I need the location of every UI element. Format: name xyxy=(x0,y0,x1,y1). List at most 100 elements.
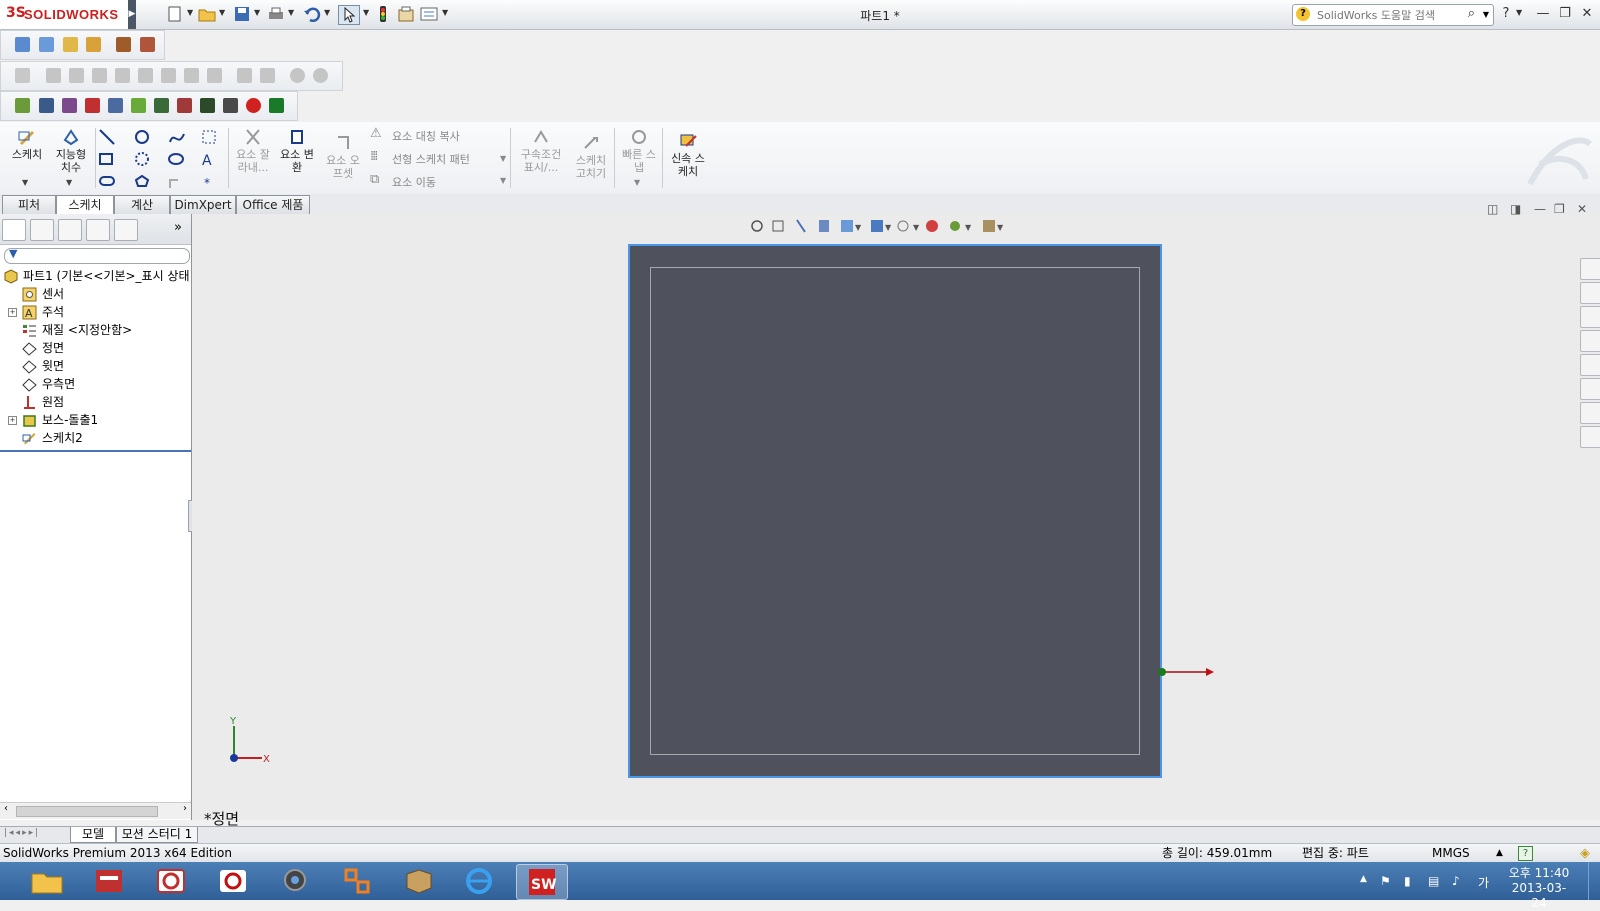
taskbar-office-icon[interactable] xyxy=(332,864,382,898)
taskbar-webcam-icon[interactable] xyxy=(270,864,320,898)
sketch-dropdown-icon[interactable]: ▼ xyxy=(22,178,28,187)
move-dropdown-icon[interactable]: ▼ xyxy=(500,176,506,185)
taskbar-ie-icon[interactable] xyxy=(454,864,504,898)
taskbar-app-2-icon[interactable] xyxy=(84,864,134,898)
dimxpert-manager-tab-icon[interactable] xyxy=(86,219,110,241)
file-properties-icon[interactable] xyxy=(396,5,416,23)
sketch-tool-icon-12[interactable] xyxy=(269,98,284,113)
scroll-right-icon[interactable]: › xyxy=(183,803,187,814)
close-icon[interactable]: ✕ xyxy=(1578,5,1596,23)
toolbar-icon-5[interactable] xyxy=(116,37,131,52)
tab-office-products[interactable]: Office 제품 xyxy=(236,195,310,214)
save-dropdown-icon[interactable]: ▼ xyxy=(254,8,260,17)
tree-item-annotations[interactable]: + A 주석 xyxy=(0,304,191,321)
tab-nav-arrows-icon[interactable]: |◂◂▸▸| xyxy=(4,828,40,838)
help-icon[interactable]: ? xyxy=(1497,5,1515,23)
viewport-split-icon[interactable]: ◨ xyxy=(1510,202,1521,216)
sketch-button[interactable]: 스케치 xyxy=(6,128,48,161)
minimize-icon[interactable]: — xyxy=(1534,5,1552,23)
toolbar-icon-2[interactable] xyxy=(39,37,54,52)
linear-pattern-button[interactable]: 선형 스케치 패턴 xyxy=(392,151,470,167)
sketch-tool-icon-6[interactable] xyxy=(131,98,146,113)
display-relations-button[interactable]: 구속조건 표시/... xyxy=(516,128,566,174)
trim-entities-button[interactable]: 요소 잘 라내... xyxy=(232,128,274,174)
view-palette-icon[interactable] xyxy=(1580,378,1600,400)
toolbar-icon-3[interactable] xyxy=(63,37,78,52)
tab-sketch[interactable]: 스케치 xyxy=(56,195,114,215)
tree-item-sketch2[interactable]: 스케치2 xyxy=(0,430,191,447)
repair-sketch-button[interactable]: 스케치 고치기 xyxy=(570,134,612,180)
tray-volume-icon[interactable]: ♪ xyxy=(1452,874,1460,888)
undo-dropdown-icon[interactable]: ▼ xyxy=(324,8,330,17)
snaps-dropdown-icon[interactable]: ▼ xyxy=(634,178,640,187)
toolbar-icon-4[interactable] xyxy=(86,37,101,52)
search-icon[interactable]: ⌕ xyxy=(1468,6,1475,21)
sketch-tool-icon-8[interactable] xyxy=(177,98,192,113)
options-dropdown-icon[interactable]: ▼ xyxy=(442,8,448,17)
feature-filter-input[interactable]: ▼ xyxy=(4,247,190,264)
tab-motion-study[interactable]: 모션 스터디 1 xyxy=(116,827,198,843)
select-cursor-icon[interactable] xyxy=(338,5,360,25)
rebuild-icon[interactable] xyxy=(373,5,393,23)
doc-restore-icon[interactable]: ❐ xyxy=(1554,202,1565,216)
file-explorer-icon[interactable] xyxy=(1580,330,1600,352)
save-icon[interactable] xyxy=(232,5,252,23)
tree-item-top-plane[interactable]: 윗면 xyxy=(0,358,191,375)
offset-entities-button[interactable]: 요소 오 프셋 xyxy=(322,134,364,180)
configuration-manager-tab-icon[interactable] xyxy=(58,219,82,241)
tag-icon[interactable]: ◈ xyxy=(1580,844,1590,863)
units-selector[interactable]: MMGS xyxy=(1432,844,1470,863)
scroll-left-icon[interactable]: ‹ xyxy=(4,803,8,814)
display-manager-tab-icon[interactable] xyxy=(114,219,138,241)
tab-model[interactable]: 모델 xyxy=(70,827,116,843)
help-status-icon[interactable]: ? xyxy=(1518,846,1533,861)
new-document-icon[interactable] xyxy=(165,5,185,23)
sketch-tool-icon-9[interactable] xyxy=(200,98,215,113)
print-icon[interactable] xyxy=(266,5,286,23)
doc-close-icon[interactable]: ✕ xyxy=(1577,202,1587,216)
home-icon[interactable] xyxy=(1580,306,1600,328)
taskbar-explorer-icon[interactable] xyxy=(22,864,72,898)
select-dropdown-icon[interactable]: ▼ xyxy=(363,8,369,17)
tray-flag-icon[interactable]: ⚑ xyxy=(1380,874,1391,888)
tray-show-hidden-icon[interactable]: ▲ xyxy=(1360,874,1367,884)
options-icon[interactable] xyxy=(419,5,439,23)
tree-item-right-plane[interactable]: 우측면 xyxy=(0,376,191,393)
sketch-tool-icon-7[interactable] xyxy=(154,98,169,113)
menu-expand-arrow[interactable]: ▶ xyxy=(128,0,136,29)
undo-icon[interactable] xyxy=(302,5,322,23)
property-manager-tab-icon[interactable] xyxy=(30,219,54,241)
show-desktop-button[interactable] xyxy=(1588,862,1600,900)
pattern-dropdown-icon[interactable]: ▼ xyxy=(500,154,506,163)
print-dropdown-icon[interactable]: ▼ xyxy=(288,8,294,17)
tree-root-part[interactable]: 파트1 (기본<<기본>_표시 상태 xyxy=(0,268,191,285)
taskbar-power-icon[interactable] xyxy=(208,864,258,898)
open-folder-icon[interactable] xyxy=(197,5,217,23)
stop-icon[interactable] xyxy=(246,98,261,113)
rollback-bar[interactable] xyxy=(0,450,191,452)
sketch-tool-icon-4[interactable] xyxy=(85,98,100,113)
folder-icon[interactable] xyxy=(1580,354,1600,376)
tab-features[interactable]: 피처 xyxy=(2,195,56,214)
heads-up-view-toolbar[interactable]: ▼ ▼ ▼ ▼ ▼ xyxy=(747,214,1017,238)
viewport-tile-icon[interactable]: ◫ xyxy=(1487,202,1498,216)
appearances-icon[interactable] xyxy=(1580,402,1600,424)
smart-dimension-button[interactable]: 지능형 치수 xyxy=(50,128,92,174)
mirror-entities-button[interactable]: 요소 대칭 복사 xyxy=(392,128,460,144)
search-dropdown-icon[interactable]: ▼ xyxy=(1483,10,1489,19)
scroll-thumb[interactable] xyxy=(16,806,158,817)
taskbar-box-icon[interactable] xyxy=(394,864,444,898)
sketch-tool-icon-2[interactable] xyxy=(39,98,54,113)
convert-entities-button[interactable]: 요소 변 환 xyxy=(276,128,318,174)
tray-network-icon[interactable]: ▤ xyxy=(1428,874,1439,888)
solidworks-logo[interactable]: 3S SOLIDWORKS xyxy=(0,0,129,29)
open-dropdown-icon[interactable]: ▼ xyxy=(219,8,225,17)
help-search-box[interactable]: ? ⌕ ▼ xyxy=(1292,4,1494,26)
tree-item-sensors[interactable]: 센서 xyxy=(0,286,191,303)
help-dropdown-icon[interactable]: ▼ xyxy=(1516,8,1522,17)
panel-expand-icon[interactable]: » xyxy=(174,220,182,235)
quick-snaps-button[interactable]: 빠른 스 냅 xyxy=(618,128,660,174)
tree-item-material[interactable]: 재질 <지정안함> xyxy=(0,322,191,339)
sketch-tool-icon-10[interactable] xyxy=(223,98,238,113)
units-up-icon[interactable]: ▲ xyxy=(1496,844,1503,863)
